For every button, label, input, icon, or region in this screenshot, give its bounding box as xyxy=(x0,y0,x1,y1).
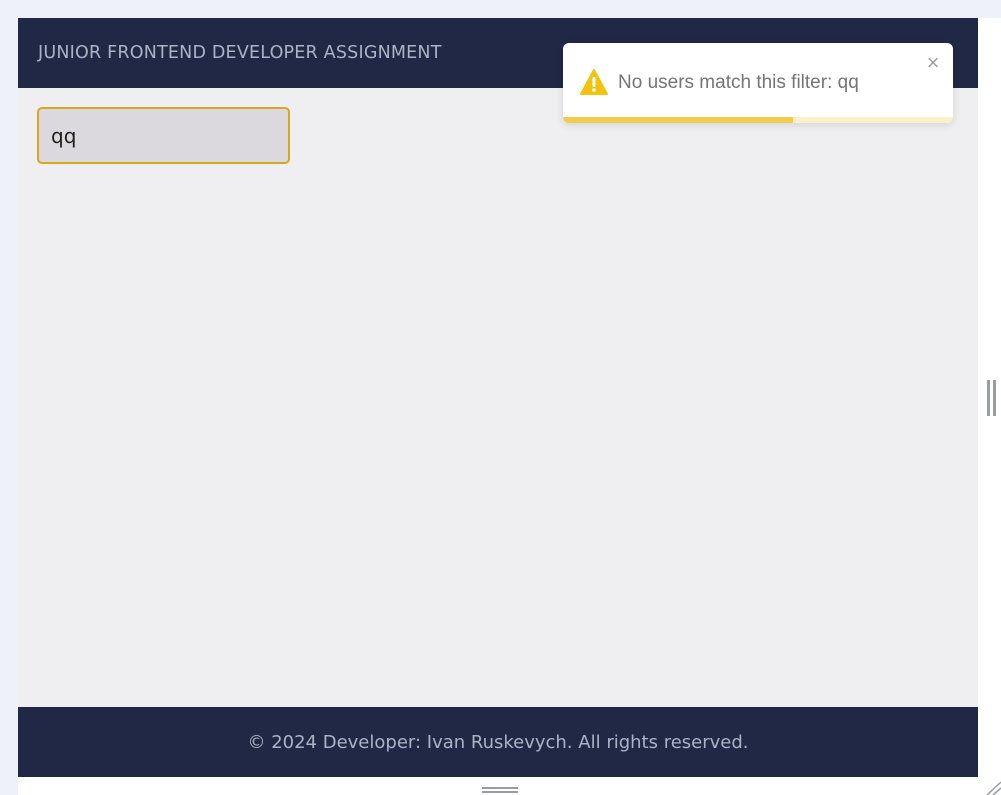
app-page: JUNIOR FRONTEND DEVELOPER ASSIGNMENT © 2… xyxy=(18,18,978,777)
toast-message: No users match this filter: qq xyxy=(618,72,859,93)
close-icon[interactable]: × xyxy=(924,52,942,74)
page-title: JUNIOR FRONTEND DEVELOPER ASSIGNMENT xyxy=(38,43,442,63)
app-footer: © 2024 Developer: Ivan Ruskevych. All ri… xyxy=(18,707,978,777)
vertical-resize-handle[interactable] xyxy=(987,380,997,416)
toast-progress-track xyxy=(563,117,953,123)
warning-toast: No users match this filter: qq × xyxy=(563,43,953,123)
toast-progress-bar xyxy=(563,117,794,123)
copyright-text: © 2024 Developer: Ivan Ruskevych. All ri… xyxy=(247,731,749,753)
horizontal-resize-handle[interactable] xyxy=(482,786,518,795)
resize-grip-icon[interactable] xyxy=(985,780,1001,795)
filter-input[interactable] xyxy=(37,107,290,164)
warning-icon xyxy=(580,69,608,95)
